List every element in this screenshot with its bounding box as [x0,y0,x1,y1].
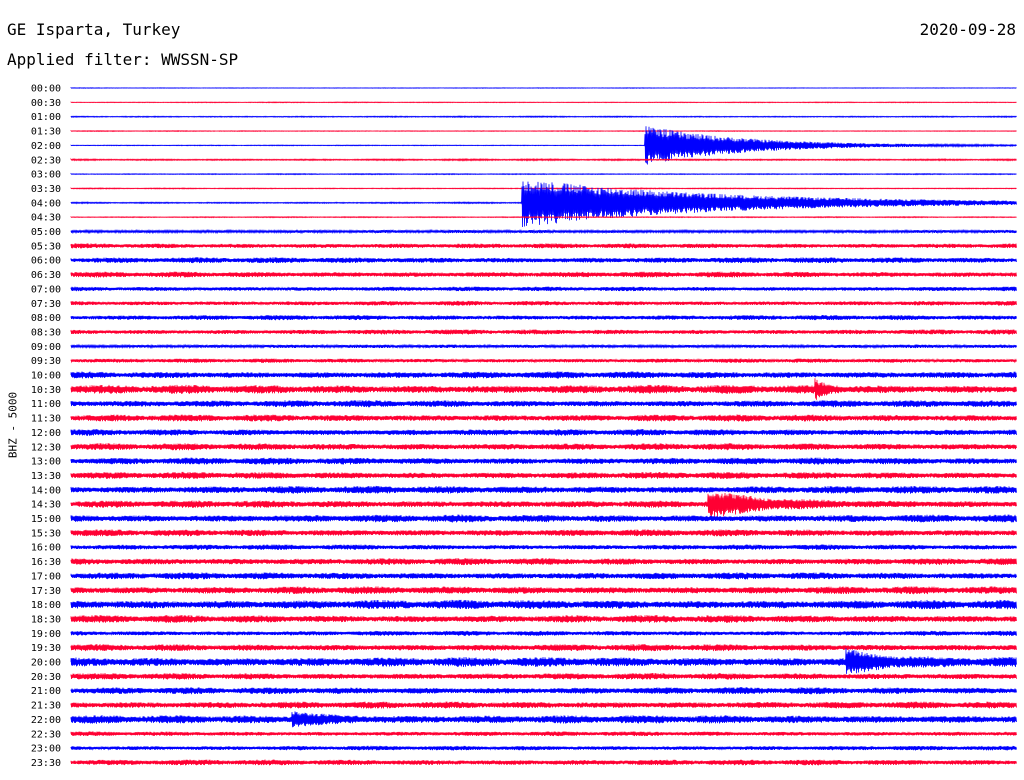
row-time-label: 16:00 [31,543,61,554]
trace-row-1830 [70,614,1017,623]
trace-row-0000 [70,86,1017,89]
row-time-label: 16:30 [31,557,61,568]
trace-row-1930 [70,644,1017,652]
trace-row-1000 [70,371,1017,379]
row-time-label: 21:00 [31,686,61,697]
row-time-label: 00:00 [31,84,61,95]
row-time-label: 09:00 [31,342,61,353]
row-time-label: 23:00 [31,744,61,755]
row-time-label: 22:30 [31,729,61,740]
row-time-label: 15:00 [31,514,61,525]
row-time-label: 14:00 [31,485,61,496]
row-time-label: 11:00 [31,399,61,410]
trace-row-1630 [70,558,1017,566]
trace-row-0900 [70,343,1017,350]
trace-row-1030 [70,378,1017,400]
trace-row-2130 [70,701,1017,709]
trace-row-1230 [70,443,1017,451]
row-time-label: 03:00 [31,170,61,181]
row-time-label: 05:30 [31,241,61,252]
trace-row-0200 [70,126,1017,165]
trace-row-0500 [70,228,1017,235]
row-time-label: 12:00 [31,428,61,439]
trace-row-2000 [70,648,1017,674]
trace-row-1430 [70,492,1017,518]
row-time-label: 04:00 [31,198,61,209]
row-time-label: 13:00 [31,457,61,468]
row-time-label: 12:30 [31,442,61,453]
row-time-label: 17:30 [31,586,61,597]
trace-row-0130 [70,129,1017,133]
row-time-label: 14:30 [31,500,61,511]
helicorder-plot: 00:00 00:30 01:00 01:30 02:00 02:30 03:00 03:30… [31,84,1017,769]
trace-row-1900 [70,630,1017,636]
trace-row-0100 [70,115,1017,119]
row-time-label: 15:30 [31,528,61,539]
trace-row-1130 [70,414,1017,422]
trace-row-2200 [70,711,1017,728]
trace-row-2100 [70,687,1017,695]
row-time-label: 20:30 [31,672,61,683]
trace-row-1530 [70,529,1017,537]
trace-row-2300 [70,745,1017,751]
trace-row-1600 [70,544,1017,551]
trace-row-1730 [70,586,1017,595]
row-time-label: 08:30 [31,327,61,338]
row-time-label: 18:30 [31,614,61,625]
row-time-label: 01:30 [31,127,61,138]
row-time-label: 19:30 [31,643,61,654]
trace-row-0430 [70,215,1017,219]
trace-row-0700 [70,286,1017,292]
trace-row-0230 [70,157,1017,162]
trace-row-1200 [70,429,1017,436]
row-time-label: 05:00 [31,227,61,238]
row-time-label: 10:30 [31,385,61,396]
trace-row-1500 [70,514,1017,523]
row-time-label: 20:00 [31,658,61,669]
trace-row-1800 [70,599,1017,610]
trace-row-0800 [70,314,1017,321]
row-time-label: 21:30 [31,701,61,712]
row-time-label: 17:00 [31,571,61,582]
trace-row-0530 [70,243,1017,249]
trace-row-1330 [70,471,1017,479]
trace-row-0930 [70,357,1017,364]
trace-row-0830 [70,329,1017,335]
row-time-label: 01:00 [31,112,61,123]
trace-row-2330 [70,759,1017,766]
row-time-label: 06:30 [31,270,61,281]
row-time-label: 07:30 [31,299,61,310]
trace-row-0730 [70,300,1017,306]
row-time-label: 07:00 [31,284,61,295]
row-time-label: 04:30 [31,213,61,224]
row-time-label: 06:00 [31,256,61,267]
trace-row-0600 [70,257,1017,264]
trace-row-1300 [70,457,1017,465]
trace-row-1400 [70,485,1017,494]
row-time-label: 18:00 [31,600,61,611]
trace-row-2030 [70,672,1017,680]
row-time-label: 02:30 [31,155,61,166]
trace-row-0300 [70,172,1017,176]
row-time-label: 11:30 [31,414,61,425]
row-time-label: 23:30 [31,758,61,769]
row-time-label: 09:30 [31,356,61,367]
trace-row-0030 [70,101,1017,104]
trace-row-2230 [70,731,1017,737]
row-time-label: 13:30 [31,471,61,482]
row-time-label: 03:30 [31,184,61,195]
row-time-label: 00:30 [31,98,61,109]
row-time-label: 19:00 [31,629,61,640]
row-time-label: 22:00 [31,715,61,726]
trace-row-0630 [70,271,1017,278]
row-time-label: 08:00 [31,313,61,324]
trace-row-1700 [70,572,1017,580]
trace-row-1100 [70,400,1017,408]
row-time-label: 02:00 [31,141,61,152]
row-time-label: 10:00 [31,371,61,382]
